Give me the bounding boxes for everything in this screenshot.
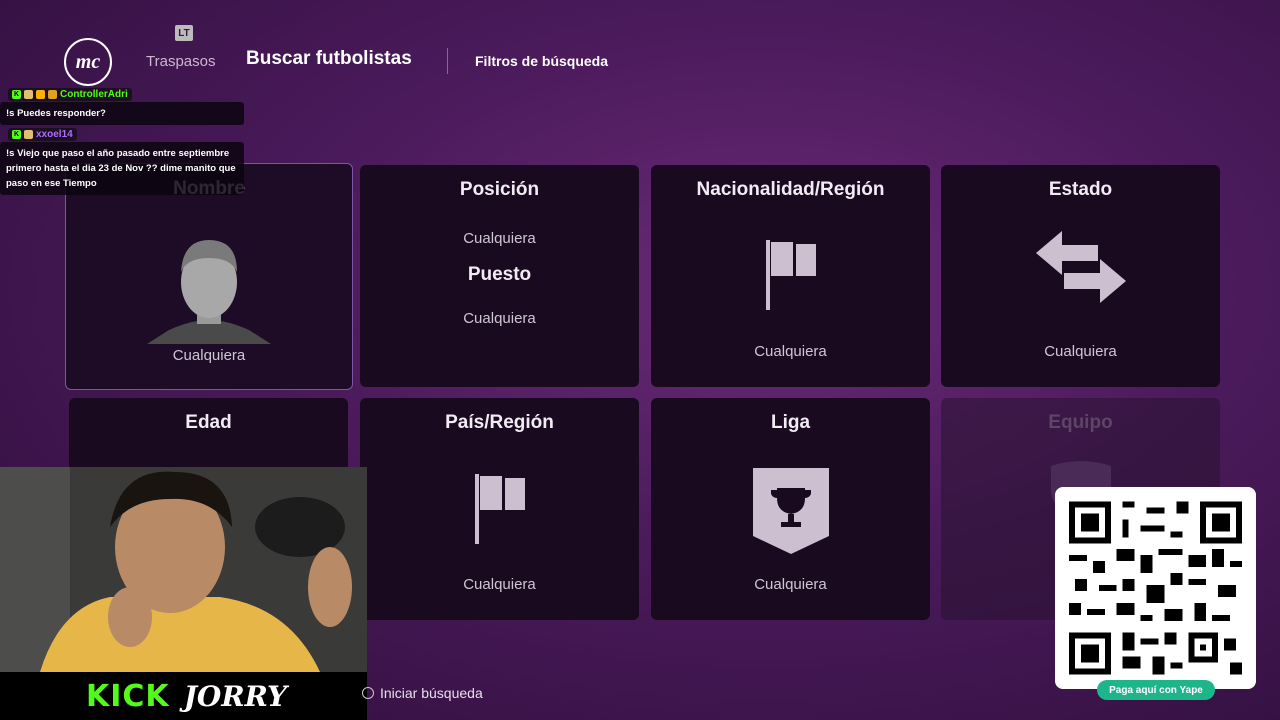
sub-badge-icon xyxy=(24,90,33,99)
controller-button-icon xyxy=(362,687,374,699)
transfer-arrows-icon xyxy=(1035,231,1126,303)
card-value: Cualquiera xyxy=(172,347,246,364)
card-value: Cualquiera xyxy=(463,576,536,593)
yape-pay-text: Paga aquí con Yape xyxy=(1109,684,1203,696)
yape-qr-panel xyxy=(1055,487,1256,689)
crown-badge-icon xyxy=(48,90,57,99)
lt-label: LT xyxy=(178,27,190,39)
card-value: Cualquiera xyxy=(754,343,827,360)
sub-badge-icon xyxy=(24,130,33,139)
card-subvalue: Cualquiera xyxy=(463,310,536,327)
filter-card-name[interactable]: Nombre Cualquiera xyxy=(65,163,353,390)
chat-message: K xxoel14 !s Viejo que paso el año pasad… xyxy=(0,123,244,195)
kick-badge-icon: K xyxy=(12,90,21,99)
nav-search-players[interactable]: Buscar futbolistas xyxy=(246,48,412,70)
kick-badge-icon: K xyxy=(12,130,21,139)
gift-badge-icon xyxy=(36,90,45,99)
nav-transfers[interactable]: Traspasos xyxy=(146,53,215,70)
kick-logo-text: KICK xyxy=(86,678,170,714)
search-filters-label: Filtros de búsqueda xyxy=(475,53,609,69)
chat-message: K ControllerAdri !s Puedes responder? xyxy=(0,83,244,125)
filter-card-league[interactable]: Liga Cualquiera xyxy=(651,398,930,620)
filter-card-status[interactable]: Estado Cualquiera xyxy=(941,165,1220,387)
card-title: Posición xyxy=(459,179,540,200)
card-title: Edad xyxy=(185,412,232,433)
chat-username-badge: K ControllerAdri xyxy=(8,88,132,101)
card-subtitle: Puesto xyxy=(467,264,532,285)
card-title: País/Región xyxy=(445,412,554,433)
card-value: Cualquiera xyxy=(1044,343,1117,360)
filter-card-nationality[interactable]: Nacionalidad/Región Cualquiera xyxy=(651,165,930,387)
chat-text: !s Viejo que paso el año pasado entre se… xyxy=(0,142,244,195)
chat-username: ControllerAdri xyxy=(60,89,128,100)
nav-divider xyxy=(447,48,448,74)
trophy-badge-icon xyxy=(752,468,829,554)
start-search-button[interactable]: Iniciar búsqueda xyxy=(362,685,483,701)
flag-icon xyxy=(474,474,525,544)
streamer-figure xyxy=(0,467,367,672)
card-title: Nacionalidad/Región xyxy=(696,179,885,200)
qr-code-icon xyxy=(1069,501,1242,675)
lt-button-hint: LT xyxy=(175,25,193,41)
card-value: Cualquiera xyxy=(754,576,827,593)
card-title: Equipo xyxy=(1048,412,1113,433)
start-search-label: Iniciar búsqueda xyxy=(380,685,483,701)
filter-card-position[interactable]: Posición Cualquiera Puesto Cualquiera xyxy=(360,165,639,387)
chat-username-badge: K xxoel14 xyxy=(8,128,77,141)
card-value: Cualquiera xyxy=(463,230,536,247)
streamer-name: JORRY xyxy=(183,679,287,713)
mc-logo: mc xyxy=(64,38,112,86)
player-silhouette-icon xyxy=(147,240,271,344)
yape-pay-label: Paga aquí con Yape xyxy=(1097,680,1215,700)
chat-username: xxoel14 xyxy=(36,129,73,140)
stream-brand-bar: KICK JORRY xyxy=(0,672,367,720)
logo-text: mc xyxy=(75,50,101,73)
filter-card-country[interactable]: País/Región Cualquiera xyxy=(360,398,639,620)
card-title: Estado xyxy=(1048,179,1113,200)
flag-icon xyxy=(765,240,816,310)
chat-text: !s Puedes responder? xyxy=(0,102,244,125)
card-title: Liga xyxy=(770,412,811,433)
